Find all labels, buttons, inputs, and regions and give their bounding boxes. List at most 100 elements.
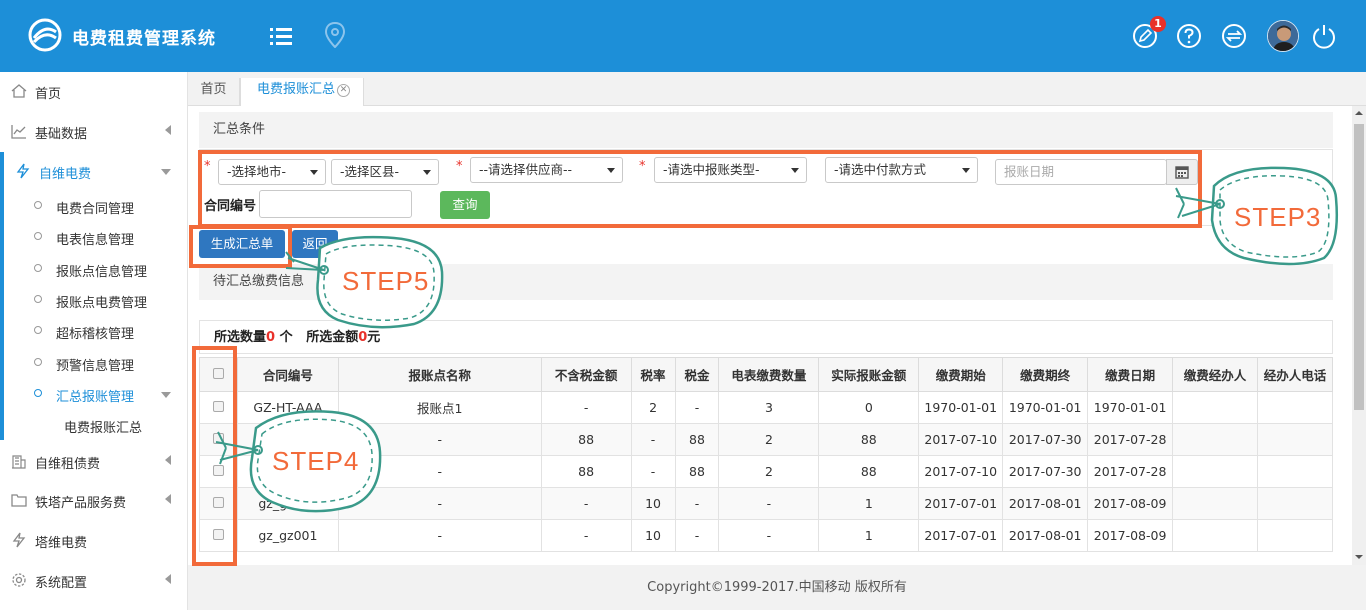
sidebar-subitem-meter[interactable]: 电表信息管理	[0, 222, 188, 253]
sidebar-item-label: 自维电费	[39, 167, 92, 182]
table-cell: 88	[674, 455, 720, 488]
selected-amount-unit: 元	[367, 330, 381, 345]
table-cell: -	[674, 519, 720, 552]
sidebar-subitem-label: 报账点电费管理	[56, 296, 148, 311]
bullet-icon	[34, 295, 42, 303]
table-cell: 2017-08-01	[1002, 487, 1089, 520]
sidebar-subitem-billing-point[interactable]: 报账点信息管理	[0, 254, 188, 285]
sidebar-item-label: 自维租债费	[35, 457, 101, 472]
table-cell: 2	[718, 455, 820, 488]
column-header[interactable]: 缴费经办人	[1172, 357, 1258, 392]
china-mobile-logo-icon	[28, 18, 62, 52]
power-icon[interactable]	[1311, 23, 1337, 49]
table-cell: 1970-01-01	[1002, 391, 1089, 424]
table-cell: 2017-07-28	[1087, 455, 1174, 488]
user-photo-icon	[1268, 21, 1298, 51]
footer-copyright: Copyright©1999-2017.中国移动 版权所有	[188, 565, 1366, 610]
sidebar-item-tower-service[interactable]: 铁塔产品服务费	[0, 481, 188, 519]
tab-home[interactable]: 首页	[188, 78, 240, 106]
table-cell: -	[718, 519, 820, 552]
sidebar-item-tower-power-fee[interactable]: 塔维电费	[0, 521, 188, 559]
sidebar-subitem-label: 超标稽核管理	[56, 327, 135, 342]
table-cell: 1	[818, 487, 920, 520]
table-cell: -	[540, 391, 632, 424]
column-header[interactable]: 电表缴费数量	[718, 357, 820, 392]
column-header[interactable]: 经办人电话	[1256, 357, 1334, 392]
tab-fee-summary[interactable]: 电费报账汇总 ✕	[240, 78, 364, 106]
sidebar-leaf-label: 电费报账汇总	[64, 421, 143, 436]
help-icon[interactable]	[1176, 23, 1202, 49]
table-cell: -	[540, 487, 632, 520]
tab-bar: 首页 电费报账汇总 ✕	[188, 72, 1366, 106]
notification-badge: 1	[1150, 16, 1166, 32]
sidebar-subitem-contract[interactable]: 电费合同管理	[0, 191, 188, 222]
chevron-down-icon	[161, 169, 171, 175]
column-header[interactable]: 合同编号	[236, 357, 339, 392]
chevron-left-icon	[165, 125, 171, 135]
column-header[interactable]: 实际报账金额	[818, 357, 920, 392]
switch-icon[interactable]	[1221, 23, 1247, 49]
selected-count-unit: 个	[279, 330, 293, 345]
sidebar-item-self-power-fee[interactable]: 自维电费	[0, 152, 188, 190]
sidebar-item-basic-data[interactable]: 基础数据	[0, 112, 188, 150]
table-cell: 0	[818, 391, 920, 424]
chevron-left-icon	[165, 494, 171, 504]
table-cell	[1172, 455, 1258, 488]
sidebar-subitem-summary[interactable]: 汇总报账管理	[0, 379, 188, 410]
column-header[interactable]: 税金	[674, 357, 720, 392]
table-cell	[1256, 391, 1334, 424]
column-header[interactable]: 缴费期始	[918, 357, 1004, 392]
table-cell: 2017-07-10	[918, 455, 1004, 488]
step5-tag: STEP5	[285, 235, 444, 329]
sidebar-item-self-rent-fee[interactable]: 自维租债费	[0, 442, 188, 480]
location-pin-icon[interactable]	[324, 22, 346, 48]
sidebar-subitem-billing-point-fee[interactable]: 报账点电费管理	[0, 285, 188, 316]
sidebar-subitem-warning[interactable]: 预警信息管理	[0, 348, 188, 379]
sidebar-item-home[interactable]: 首页	[0, 72, 188, 110]
column-header[interactable]: 报账点名称	[337, 357, 542, 392]
tab-label: 电费报账汇总	[257, 82, 336, 97]
sidebar-subitem-label: 电表信息管理	[56, 233, 135, 248]
avatar[interactable]	[1267, 20, 1299, 52]
table-cell: 88	[540, 423, 632, 456]
scroll-up-icon[interactable]	[1352, 108, 1366, 118]
column-header[interactable]: 税率	[630, 357, 676, 392]
chevron-down-icon	[161, 392, 171, 398]
sidebar-item-label: 基础数据	[35, 127, 88, 142]
sidebar-item-system-config[interactable]: 系统配置	[0, 561, 188, 599]
table-row[interactable]: gz_gz001--10--12017-07-012017-08-012017-…	[199, 519, 1334, 552]
table-cell: -	[540, 519, 632, 552]
table-cell: 1970-01-01	[1087, 391, 1174, 424]
table-cell: -	[718, 487, 820, 520]
scrollbar-thumb[interactable]	[1354, 124, 1364, 410]
column-header[interactable]: 缴费日期	[1087, 357, 1174, 392]
table-cell: 2017-07-10	[918, 423, 1004, 456]
table-cell: gz_gz001	[236, 519, 339, 552]
table-cell: -	[674, 487, 720, 520]
table-cell: 2017-08-01	[1002, 519, 1089, 552]
bolt-icon	[12, 532, 26, 548]
table-cell	[1256, 519, 1334, 552]
column-header[interactable]: 缴费期终	[1002, 357, 1089, 392]
scroll-down-icon[interactable]	[1352, 552, 1366, 562]
table-cell: 2017-07-01	[918, 519, 1004, 552]
chevron-left-icon	[165, 574, 171, 584]
table-cell: 88	[818, 423, 920, 456]
column-header[interactable]: 不含税金额	[540, 357, 632, 392]
table-cell: 2	[718, 423, 820, 456]
sidebar-item-label: 铁塔产品服务费	[35, 496, 127, 511]
table-cell: 10	[630, 487, 676, 520]
sidebar-subitem-audit[interactable]: 超标稽核管理	[0, 316, 188, 347]
table-cell	[1172, 487, 1258, 520]
menu-list-icon[interactable]	[270, 26, 292, 46]
step3-highlight-box	[198, 150, 1202, 228]
step5-highlight-box	[189, 225, 292, 268]
sidebar-leaf-fee-summary[interactable]: 电费报账汇总	[0, 410, 188, 441]
selected-amount-value: 0	[358, 330, 368, 345]
table-cell: 2017-08-09	[1087, 487, 1174, 520]
table-cell	[1256, 423, 1334, 456]
close-icon[interactable]: ✕	[337, 84, 350, 97]
table-cell	[1172, 391, 1258, 424]
table-cell	[1172, 423, 1258, 456]
top-bar: 电费租费管理系统 1	[0, 0, 1366, 72]
